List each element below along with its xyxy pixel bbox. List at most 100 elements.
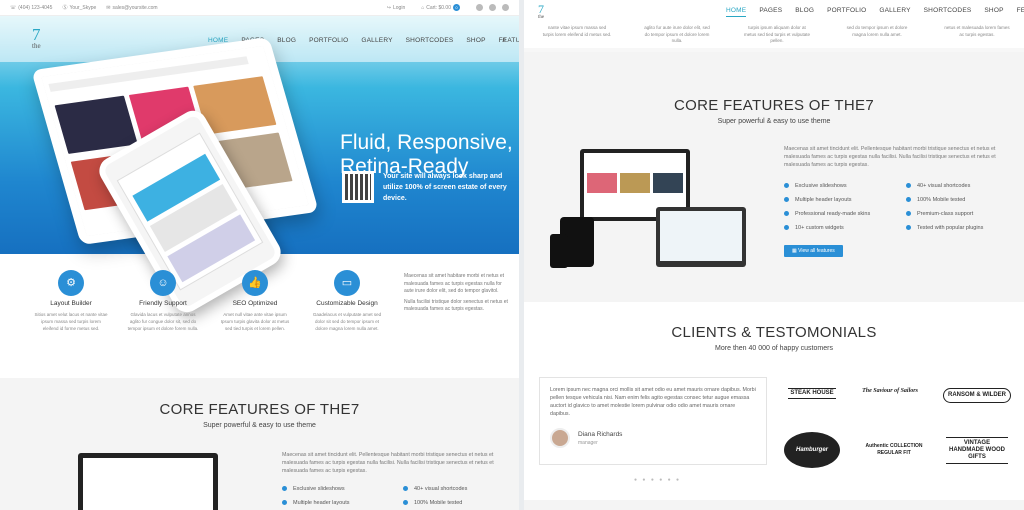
feature-description: Glavida lacus et vulputate annos aglito … bbox=[127, 312, 199, 331]
nav-item-portfolio[interactable]: PORTFOLIO bbox=[827, 7, 866, 17]
bullet-label: Exclusive slideshows bbox=[293, 486, 345, 492]
feature-bullet: 10+ custom widgets bbox=[784, 225, 870, 231]
top-text-column: aglito fur aute irure dolor elit, sed do… bbox=[644, 25, 710, 43]
core-features-title: CORE FEATURES OF THE7 bbox=[674, 97, 874, 114]
side-text-para1: Maecenas sit amet habitare morbi et netu… bbox=[404, 273, 505, 294]
nav-item-blog[interactable]: BLOG bbox=[277, 37, 296, 47]
bullet-dot-icon bbox=[282, 486, 287, 492]
facebook-icon[interactable] bbox=[476, 4, 483, 11]
nav-item-gallery[interactable]: GALLERY bbox=[361, 37, 392, 47]
bullet-dot-icon bbox=[403, 500, 408, 506]
phone-mockup bbox=[550, 234, 568, 268]
feature-bullet: 40+ visual shortcodes bbox=[906, 183, 983, 189]
main-nav: HOME PAGES BLOG PORTFOLIO GALLERY SHORTCODES S… bbox=[726, 7, 1024, 17]
cart-link[interactable]: ⌂ Cart: $0.00 0 bbox=[421, 4, 460, 11]
client-logo-steak-house: STEAK HOUSE bbox=[782, 376, 842, 410]
nav-item-features[interactable]: FEATURES bbox=[1017, 7, 1024, 17]
core-features-text: Maecenas sit amet tincidunt elit. Pellen… bbox=[784, 146, 996, 168]
feature-item: ☺ Friendly Support Glavida lacus et vulput… bbox=[117, 270, 209, 332]
feature-bullet: 100% Mobile tested bbox=[403, 500, 503, 506]
bullet-label: Multiple header layouts bbox=[293, 500, 350, 506]
testimonial-pager[interactable]: ● ● ● ● ● ● bbox=[634, 477, 681, 483]
feature-title: Customizable Design bbox=[316, 300, 378, 307]
logo-number: 7 bbox=[538, 2, 545, 16]
skype-icon: Ⓢ bbox=[62, 5, 68, 11]
monitor-icon: ▭ bbox=[334, 270, 360, 296]
nav-item-shortcodes[interactable]: SHORTCODES bbox=[924, 7, 972, 17]
view-all-features-button[interactable]: ▦ View all features bbox=[784, 245, 843, 257]
feature-bullet: Premium-class support bbox=[906, 211, 983, 217]
feature-title: SEO Optimized bbox=[232, 300, 278, 307]
side-text-para2: Nulla facilisi tristique dolor senectus … bbox=[404, 298, 508, 313]
phone-icon: ☏ bbox=[10, 4, 17, 11]
bullet-label: Professional ready-made skins bbox=[795, 211, 871, 217]
core-features-text: Maecenas sit amet tincidunt elit. Pellen… bbox=[282, 452, 494, 474]
feature-description: Gaadelacus et vulputate amet sed dolor s… bbox=[312, 312, 382, 331]
pinterest-icon[interactable] bbox=[502, 4, 509, 11]
side-text: Maecenas sit amet habitare morbi et netu… bbox=[404, 273, 508, 317]
nav-item-portfolio[interactable]: PORTFOLIO bbox=[309, 37, 348, 47]
bullet-label: 40+ visual shortcodes bbox=[917, 183, 971, 189]
button-label: View all features bbox=[798, 248, 835, 254]
logo-label: Hamburger bbox=[795, 446, 828, 453]
client-logo-collection: Authentic COLLECTION REGULAR FIT bbox=[864, 432, 924, 468]
core-features-subtitle: Super powerful & easy to use theme bbox=[203, 422, 316, 429]
feature-item: 👍 SEO Optimized Amet null vitae ante vitae… bbox=[209, 270, 301, 332]
nav-item-shop[interactable]: SHOP bbox=[466, 37, 485, 47]
site-logo[interactable]: 7 the bbox=[538, 3, 544, 20]
bullet-label: Exclusive slideshows bbox=[795, 183, 847, 189]
sticky-header: 7 the HOME PAGES BLOG PORTFOLIO GALLERY SHORTC… bbox=[524, 0, 1024, 23]
twitter-icon[interactable] bbox=[489, 4, 496, 11]
search-icon[interactable]: ⌕ bbox=[502, 35, 506, 45]
cart-count-badge: 0 bbox=[453, 4, 460, 11]
login-link[interactable]: ↪ Login bbox=[387, 5, 405, 11]
login-icon: ↪ bbox=[386, 4, 391, 11]
nav-item-shop[interactable]: SHOP bbox=[984, 7, 1003, 17]
feature-description: Amet null vitae ante vitae ipsum Ipsum t… bbox=[220, 312, 290, 331]
testimonial-card: Lorem ipsum nec magna orci mollis sit am… bbox=[539, 377, 767, 465]
nav-item-gallery[interactable]: GALLERY bbox=[879, 7, 910, 17]
site-logo[interactable]: 7 the bbox=[32, 26, 41, 50]
email-info[interactable]: ✉ sales@yoursite.com bbox=[106, 5, 157, 11]
bullet-dot-icon bbox=[906, 183, 911, 189]
nav-item-pages[interactable]: PAGES bbox=[759, 7, 782, 17]
bullet-label: Premium-class support bbox=[917, 211, 974, 217]
thumbs-up-icon: 👍 bbox=[242, 270, 268, 296]
nav-item-shortcodes[interactable]: SHORTCODES bbox=[406, 37, 454, 47]
client-logo-saviour: The Saviour of Sailors bbox=[860, 374, 920, 408]
bullet-label: 40+ visual shortcodes bbox=[414, 486, 468, 492]
bullet-dot-icon bbox=[906, 225, 911, 231]
bullet-label: Multiple header layouts bbox=[795, 197, 852, 203]
bullet-dot-icon bbox=[282, 500, 287, 506]
bullet-dot-icon bbox=[906, 211, 911, 217]
chat-icon: ☺ bbox=[150, 270, 176, 296]
bullet-label: 100% Mobile tested bbox=[917, 197, 966, 203]
cart-icon: ⌂ bbox=[421, 4, 425, 11]
hero-heading-line1: Fluid, Responsive, bbox=[340, 131, 513, 154]
top-text-column: nante vitae ipsum massa sed turpis lorem… bbox=[542, 25, 612, 37]
testimonial-name: Diana Richards bbox=[578, 430, 623, 438]
bullets-left: Exclusive slideshows Multiple header layo… bbox=[784, 183, 870, 239]
logo-label: Authentic COLLECTION REGULAR FIT bbox=[865, 443, 923, 456]
feature-description: Sitios amet velut lacus et nante vitae i… bbox=[34, 312, 108, 331]
clients-subtitle: More then 40 000 of happy customers bbox=[715, 345, 833, 352]
nav-item-blog[interactable]: BLOG bbox=[795, 7, 814, 17]
bullet-dot-icon bbox=[784, 197, 789, 203]
logo-label: VINTAGE HANDMADE WOOD GIFTS bbox=[946, 436, 1008, 464]
bullet-dot-icon bbox=[906, 197, 911, 203]
login-label: Login bbox=[392, 4, 406, 11]
client-logo-ransom-wilder: RANSOM & WILDER bbox=[942, 378, 1012, 412]
bullet-label: 10+ custom widgets bbox=[795, 225, 844, 231]
bullet-dot-icon bbox=[784, 211, 789, 217]
logo-text: the bbox=[32, 42, 41, 50]
logo-label: RANSOM & WILDER bbox=[943, 387, 1011, 403]
testimonial-role: manager bbox=[578, 439, 598, 446]
phone-text: (404) 123-4045 bbox=[18, 4, 53, 11]
top-text-column: netus et malesuada lorem fames ac turpis… bbox=[944, 25, 1010, 37]
feature-bullet: Exclusive slideshows bbox=[784, 183, 870, 189]
feature-bullet: Exclusive slideshows bbox=[282, 486, 382, 492]
laptop-mockup bbox=[656, 207, 746, 267]
nav-item-home[interactable]: HOME bbox=[726, 7, 747, 17]
feature-item: ▭ Customizable Design Gaadelacus et vulput… bbox=[301, 270, 393, 332]
skype-info[interactable]: Ⓢ Your_Skype bbox=[62, 4, 96, 12]
